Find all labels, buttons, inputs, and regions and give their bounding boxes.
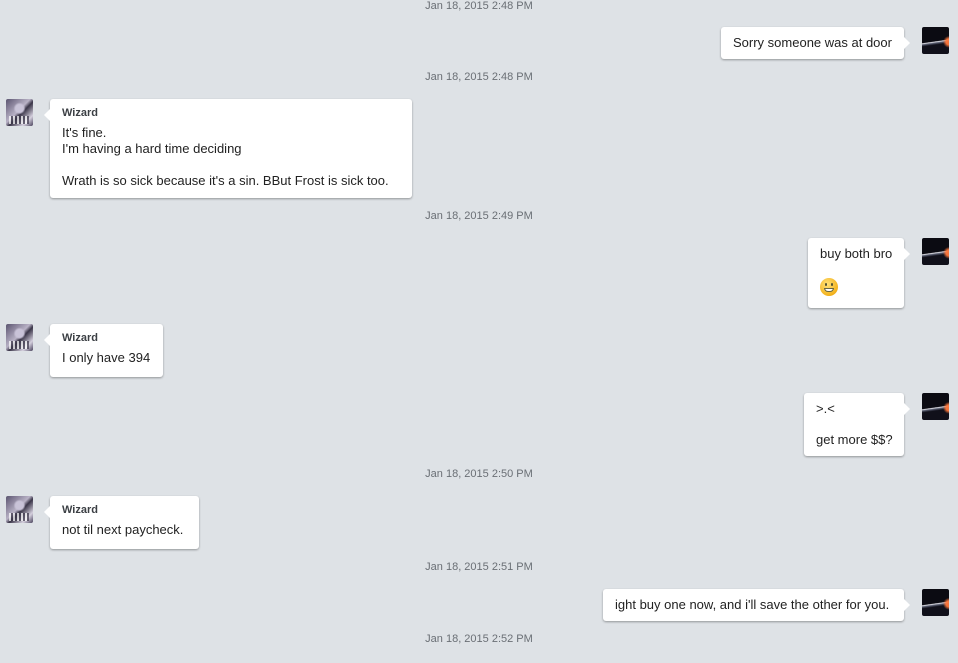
sender-name[interactable]: Wizard — [62, 107, 400, 119]
user-avatar[interactable] — [922, 238, 949, 265]
timestamp: Jan 18, 2015 2:50 PM — [425, 468, 533, 480]
message-text: It's fine. — [62, 125, 107, 140]
message-text: not til next paycheck. — [62, 522, 184, 537]
message-bubble-incoming: Wizard I only have 394 — [44, 324, 163, 377]
timestamp: Jan 18, 2015 2:49 PM — [425, 210, 533, 222]
user-avatar[interactable] — [922, 589, 949, 616]
sender-name[interactable]: Wizard — [62, 504, 187, 516]
message-text: Wrath is so sick because it's a sin. BBu… — [62, 173, 389, 188]
wizard-avatar[interactable] — [6, 99, 33, 126]
user-avatar[interactable] — [922, 393, 949, 420]
message-text: get more $$? — [816, 432, 893, 447]
message-text: Sorry someone was at door — [733, 35, 892, 50]
message-text: ight buy one now, and i'll save the othe… — [615, 597, 890, 612]
message-text — [62, 157, 400, 173]
timestamp: Jan 18, 2015 2:48 PM — [425, 0, 533, 12]
message-bubble-outgoing: ight buy one now, and i'll save the othe… — [603, 589, 910, 621]
message-text: >.< — [816, 401, 835, 416]
message-bubble-outgoing: buy both bro — [808, 238, 910, 308]
grinning-face-emoji — [820, 278, 838, 296]
wizard-avatar[interactable] — [6, 324, 33, 351]
timestamp: Jan 18, 2015 2:51 PM — [425, 561, 533, 573]
timestamp: Jan 18, 2015 2:52 PM — [425, 633, 533, 645]
message-text — [816, 417, 892, 432]
message-bubble-outgoing: >.< get more $$? — [804, 393, 910, 456]
message-bubble-incoming: Wizard not til next paycheck. — [44, 496, 199, 549]
message-text: I'm having a hard time deciding — [62, 141, 242, 156]
wizard-avatar[interactable] — [6, 496, 33, 523]
message-text: buy both bro — [820, 246, 893, 261]
message-text: I only have 394 — [62, 350, 151, 365]
timestamp: Jan 18, 2015 2:48 PM — [425, 71, 533, 83]
sender-name[interactable]: Wizard — [62, 332, 151, 344]
user-avatar[interactable] — [922, 27, 949, 54]
message-bubble-incoming: Wizard It's fine. I'm having a hard time… — [44, 99, 412, 198]
message-bubble-outgoing: Sorry someone was at door — [721, 27, 910, 59]
